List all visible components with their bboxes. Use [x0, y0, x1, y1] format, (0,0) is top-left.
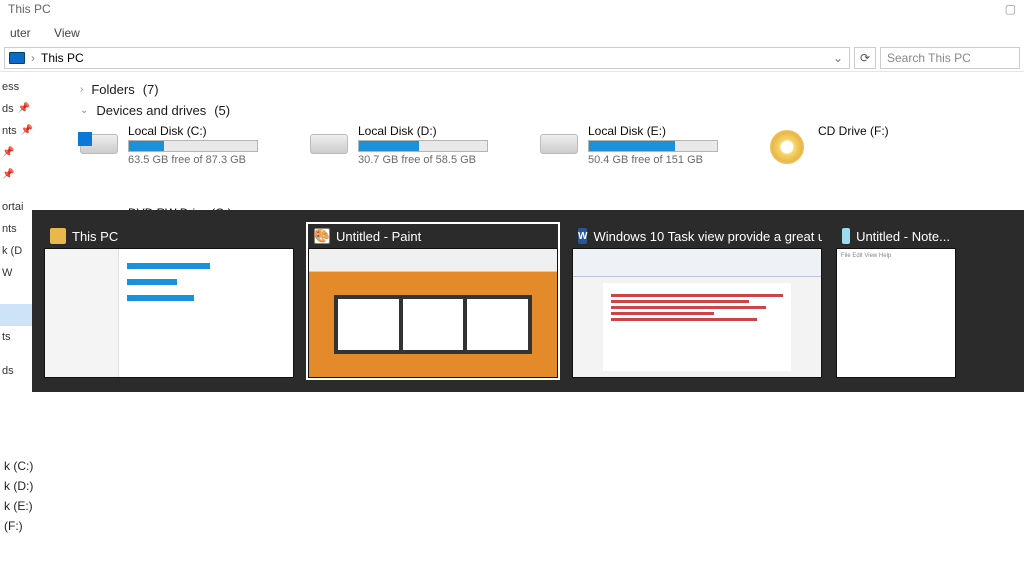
search-input[interactable]: Search This PC	[880, 47, 1020, 69]
sidebar-item[interactable]: 📌	[0, 142, 50, 164]
pin-icon: 📌	[21, 120, 33, 142]
taskview-item-notepad[interactable]: Untitled - Note... File Edit View Help	[836, 224, 956, 378]
taskview-thumbnail	[308, 248, 558, 378]
section-label: Devices and drives	[96, 103, 206, 118]
taskview-item-explorer[interactable]: This PC	[44, 224, 294, 378]
taskview-title: This PC	[72, 229, 118, 244]
sidebar-item[interactable]: k (C:)	[0, 456, 33, 476]
chevron-right-icon: ›	[80, 84, 83, 95]
section-count: (5)	[214, 103, 230, 118]
pin-icon: 📌	[2, 142, 14, 164]
sidebar-item[interactable]: k (E:)	[0, 496, 33, 516]
taskview-title: Windows 10 Task view provide a great use…	[593, 229, 822, 244]
sidebar-item[interactable]: nts📌	[0, 120, 50, 142]
maximize-icon[interactable]: ▢	[1005, 2, 1016, 20]
chevron-down-icon: ⌄	[80, 105, 88, 116]
sidebar-item[interactable]: k (D:)	[0, 476, 33, 496]
drive-icon	[80, 130, 118, 158]
taskview-thumbnail	[44, 248, 294, 378]
tab-view[interactable]: View	[44, 23, 90, 43]
drive-item-c[interactable]: Local Disk (C:) 63.5 GB free of 87.3 GB	[80, 124, 280, 166]
section-label: Folders	[91, 82, 134, 97]
drive-name: Local Disk (D:)	[358, 124, 488, 138]
sidebar-lower: k (C:) k (D:) k (E:) (F:)	[0, 456, 33, 536]
sidebar-item[interactable]: (F:)	[0, 516, 33, 536]
taskview-item-word[interactable]: W Windows 10 Task view provide a great u…	[572, 224, 822, 378]
drive-icon	[540, 130, 578, 158]
word-icon: W	[578, 228, 587, 244]
drive-item-d[interactable]: Local Disk (D:) 30.7 GB free of 58.5 GB	[310, 124, 510, 166]
section-count: (7)	[143, 82, 159, 97]
address-bar[interactable]: › This PC ⌄	[4, 47, 850, 69]
notepad-icon	[842, 228, 850, 244]
search-placeholder: Search This PC	[887, 51, 971, 65]
drive-usage-bar	[358, 140, 488, 152]
sidebar-item[interactable]: ess	[0, 76, 50, 98]
sidebar-item[interactable]: 📌	[0, 164, 50, 186]
taskview-title: Untitled - Note...	[856, 229, 950, 244]
cd-icon	[770, 130, 808, 158]
taskview-thumbnail	[572, 248, 822, 378]
drive-free-text: 30.7 GB free of 58.5 GB	[358, 154, 488, 166]
title-bar: This PC ▢	[0, 0, 1024, 22]
pin-icon: 📌	[18, 98, 30, 120]
address-row: › This PC ⌄ ⟳ Search This PC	[0, 44, 1024, 72]
drive-name: Local Disk (E:)	[588, 124, 718, 138]
drive-item-f[interactable]: CD Drive (F:)	[770, 124, 970, 166]
explorer-icon	[50, 228, 66, 244]
tab-computer[interactable]: uter	[0, 23, 41, 43]
section-devices[interactable]: ⌄ Devices and drives (5)	[80, 103, 1018, 118]
drive-free-text: 63.5 GB free of 87.3 GB	[128, 154, 258, 166]
pin-icon: 📌	[2, 164, 14, 186]
drive-item-e[interactable]: Local Disk (E:) 50.4 GB free of 151 GB	[540, 124, 740, 166]
taskview-title: Untitled - Paint	[336, 229, 421, 244]
task-view-overlay: This PC 🎨 Untitled - Paint W Windows 10 …	[32, 210, 1024, 392]
drive-usage-bar	[588, 140, 718, 152]
drive-usage-bar	[128, 140, 258, 152]
pc-icon	[9, 52, 25, 64]
breadcrumb-sep: ›	[31, 51, 35, 65]
taskview-item-paint[interactable]: 🎨 Untitled - Paint	[308, 224, 558, 378]
taskview-thumbnail: File Edit View Help	[836, 248, 956, 378]
chevron-down-icon[interactable]: ⌄	[831, 51, 845, 65]
sidebar-item[interactable]: ds📌	[0, 98, 50, 120]
drive-free-text: 50.4 GB free of 151 GB	[588, 154, 718, 166]
drive-name: Local Disk (C:)	[128, 124, 258, 138]
paint-icon: 🎨	[314, 228, 330, 244]
drive-name: CD Drive (F:)	[818, 124, 889, 138]
ribbon-tabs: uter View	[0, 22, 1024, 44]
refresh-button[interactable]: ⟳	[854, 47, 876, 69]
drive-icon	[310, 130, 348, 158]
section-folders[interactable]: › Folders (7)	[80, 82, 1018, 97]
window-title: This PC	[8, 2, 51, 20]
breadcrumb-location[interactable]: This PC	[41, 51, 84, 65]
